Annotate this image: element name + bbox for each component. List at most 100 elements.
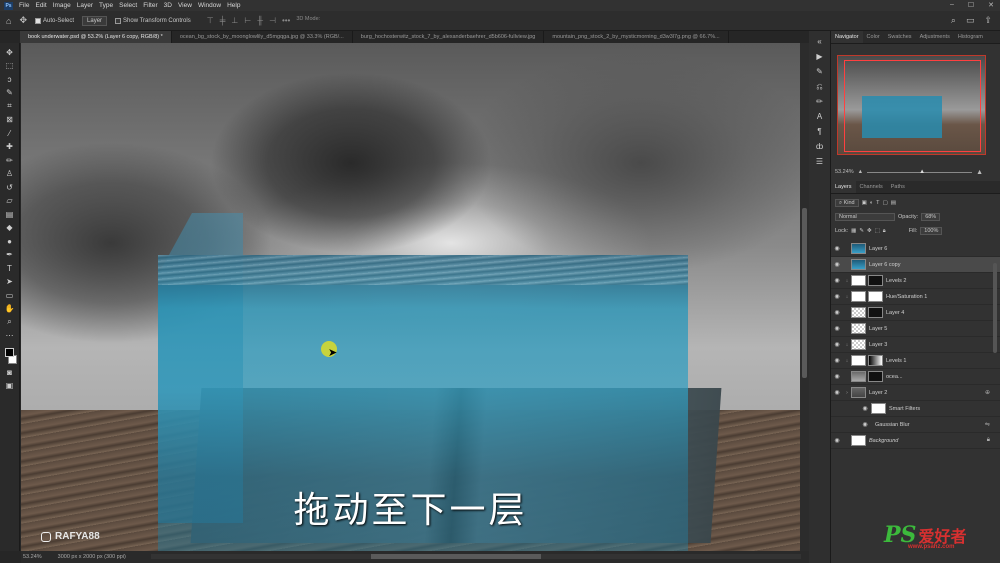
more-options-icon[interactable]: ••• <box>282 16 290 25</box>
maximize-icon[interactable]: ☐ <box>968 1 974 9</box>
visibility-eye-icon[interactable]: ◉ <box>831 357 843 364</box>
auto-select-checkbox[interactable] <box>34 17 41 24</box>
foreground-color-swatch[interactable] <box>5 348 14 357</box>
tab-histogram[interactable]: Histogram <box>954 31 987 43</box>
workspace-icon[interactable]: ▭ <box>966 15 975 26</box>
blur-icon[interactable]: ◆ <box>3 223 17 234</box>
crop-icon[interactable]: ⌗ <box>3 101 17 112</box>
layer-mask-thumbnail[interactable] <box>868 355 883 366</box>
menu-help[interactable]: Help <box>227 2 240 9</box>
filter-type-icon[interactable]: T <box>876 200 879 206</box>
history-brush-icon[interactable]: ↺ <box>3 182 17 193</box>
tab-burg-stock[interactable]: burg_hochosterwitz_stock_7_by_alexanderb… <box>353 31 545 43</box>
blend-mode-dropdown[interactable]: Normal <box>835 213 895 221</box>
canvas-vertical-scrollbar[interactable] <box>800 43 809 551</box>
paragraph-icon[interactable]: ¶ <box>817 127 821 137</box>
menu-3d[interactable]: 3D <box>164 2 172 9</box>
align-left-icon[interactable]: ⊢ <box>244 16 251 25</box>
tab-swatches[interactable]: Swatches <box>884 31 916 43</box>
expand-arrow-icon[interactable]: › <box>843 390 851 396</box>
status-doc-info[interactable]: 3000 px x 2000 px (300 ppi) <box>58 554 126 560</box>
layer-row-hue-saturation-1[interactable]: ◉ ↓ Hue/Saturation 1 <box>831 289 1000 305</box>
layer-row-background[interactable]: ◉ Background 🔒︎ <box>831 433 1000 449</box>
layer-row-layer-2[interactable]: ◉ › Layer 2 ⊕ <box>831 385 1000 401</box>
layers-scrollbar[interactable] <box>993 263 997 353</box>
filter-shape-icon[interactable]: ▢ <box>883 200 888 206</box>
canvas-horizontal-scrollbar[interactable] <box>151 554 801 559</box>
properties-icon[interactable]: ☰ <box>816 157 823 167</box>
move-icon[interactable]: ✥ <box>3 47 17 58</box>
navigator-zoom-slider[interactable]: ▲ <box>867 169 973 175</box>
visibility-eye-icon[interactable]: ◉ <box>831 437 843 444</box>
menu-file[interactable]: File <box>19 2 29 9</box>
horizontal-scroll-thumb[interactable] <box>371 554 541 559</box>
align-center-icon[interactable]: ╫ <box>257 16 263 25</box>
path-select-icon[interactable]: ➤ <box>3 277 17 288</box>
tab-mountain-png[interactable]: mountain_png_stock_2_by_mysticmorning_d3… <box>544 31 729 43</box>
visibility-eye-icon[interactable]: ◉ <box>831 325 843 332</box>
lasso-icon[interactable]: ↄ <box>3 74 17 85</box>
align-top-icon[interactable]: ⊤ <box>207 16 214 25</box>
layer-mask-thumbnail[interactable] <box>868 307 883 318</box>
align-right-icon[interactable]: ⊣ <box>269 16 276 25</box>
visibility-eye-icon[interactable]: ◉ <box>831 277 843 284</box>
shape-icon[interactable]: ▭ <box>3 290 17 301</box>
layer-mask-thumbnail[interactable] <box>868 291 883 302</box>
document-canvas[interactable]: ➤ 拖动至下一层 RAFYA88 <box>21 43 800 551</box>
filter-pixel-icon[interactable]: ▣ <box>862 200 867 206</box>
lock-transparent-icon[interactable]: ▦ <box>851 228 856 234</box>
edit-toolbar-icon[interactable]: ⋯ <box>3 331 17 342</box>
tab-adjustments[interactable]: Adjustments <box>916 31 954 43</box>
search-icon[interactable]: ⌕ <box>951 15 956 26</box>
eraser-icon[interactable]: ▱ <box>3 196 17 207</box>
quick-mask-icon[interactable]: ◙ <box>3 367 17 378</box>
marquee-icon[interactable]: ⬚ <box>3 61 17 72</box>
fill-input[interactable]: 100% <box>920 227 943 235</box>
visibility-eye-icon[interactable]: ◉ <box>859 405 871 412</box>
eyedropper-icon[interactable]: ⁄ <box>3 128 17 139</box>
tab-ocean-bg[interactable]: ocean_bg_stock_by_moonglowlily_d5mgqga.j… <box>172 31 353 43</box>
quick-select-icon[interactable]: ✎ <box>3 88 17 99</box>
layer-mask-thumbnail[interactable] <box>868 371 883 382</box>
tab-layers[interactable]: Layers <box>831 181 856 193</box>
gradient-icon[interactable]: ▤ <box>3 209 17 220</box>
layer-row-levels-1[interactable]: ◉ ↓ Levels 1 <box>831 353 1000 369</box>
status-zoom[interactable]: 53.24% <box>23 554 42 560</box>
visibility-eye-icon[interactable]: ◉ <box>859 421 871 428</box>
hand-icon[interactable]: ✋ <box>3 304 17 315</box>
transform-controls-option[interactable]: Show Transform Controls <box>115 17 191 24</box>
tab-paths[interactable]: Paths <box>887 181 909 193</box>
visibility-eye-icon[interactable]: ◉ <box>831 245 843 252</box>
layer-mask-thumbnail[interactable] <box>868 275 883 286</box>
close-icon[interactable]: ✕ <box>988 1 994 9</box>
visibility-eye-icon[interactable]: ◉ <box>831 341 843 348</box>
filter-mask-thumbnail[interactable] <box>871 403 886 414</box>
brush-icon[interactable]: ✏ <box>3 155 17 166</box>
layer-row-ocean[interactable]: ◉ ocea... <box>831 369 1000 385</box>
menu-image[interactable]: Image <box>53 2 71 9</box>
pen-icon[interactable]: ✒ <box>3 250 17 261</box>
visibility-eye-icon[interactable]: ◉ <box>831 309 843 316</box>
collapse-panels-icon[interactable]: « <box>817 37 821 47</box>
home-icon[interactable]: ⌂ <box>6 16 11 26</box>
brushes-icon[interactable]: ✏ <box>816 97 823 107</box>
filter-options-icon[interactable]: ⇋ <box>985 421 990 428</box>
glyphs-icon[interactable]: ȸ <box>816 142 823 152</box>
menu-filter[interactable]: Filter <box>143 2 157 9</box>
align-middle-icon[interactable]: ╪ <box>220 16 226 25</box>
filter-adjust-icon[interactable]: ◐ <box>870 200 873 206</box>
menu-edit[interactable]: Edit <box>35 2 46 9</box>
zoom-out-icon[interactable]: ▲ <box>858 169 863 175</box>
layer-row-gaussian-blur[interactable]: ◉ Gaussian Blur ⇋ <box>831 417 1000 433</box>
dodge-icon[interactable]: ● <box>3 236 17 247</box>
visibility-eye-icon[interactable]: ◉ <box>831 373 843 380</box>
zoom-in-icon[interactable]: ▲ <box>976 169 983 176</box>
layer-row-levels-2[interactable]: ◉ ↓ Levels 2 <box>831 273 1000 289</box>
tab-book-underwater[interactable]: book underwater.psd @ 53.2% (Layer 6 cop… <box>20 31 172 43</box>
auto-select-option[interactable]: Auto-Select <box>34 17 74 24</box>
layer-row-smart-filters[interactable]: ◉ Smart Filters <box>831 401 1000 417</box>
navigator-view-box[interactable] <box>844 60 981 152</box>
layer-kind-filter[interactable]: ⌕ Kind <box>835 199 859 207</box>
layer-row-layer-6[interactable]: ◉ Layer 6 <box>831 241 1000 257</box>
menu-window[interactable]: Window <box>198 2 221 9</box>
